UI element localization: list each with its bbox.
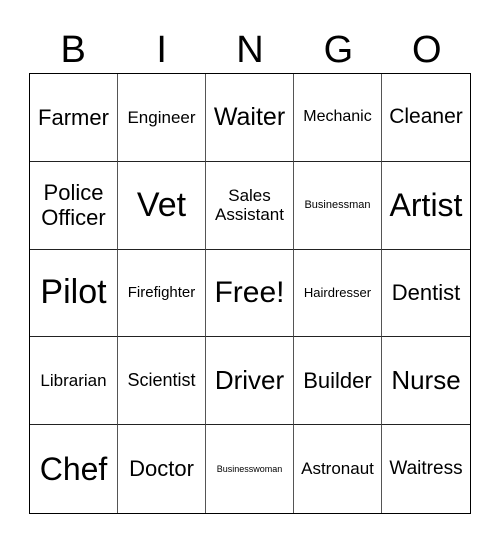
bingo-cell[interactable]: Businessman [294,161,382,250]
bingo-cell[interactable]: Librarian [30,337,118,426]
bingo-cell[interactable]: Scientist [118,337,206,426]
bingo-cell[interactable]: Businesswoman [206,425,294,513]
cell-label: Scientist [127,370,196,391]
header-letter-n: N [236,29,264,71]
bingo-cell[interactable]: Nurse [382,337,470,426]
cell-label: Free! [214,275,285,309]
cell-label: Hairdresser [303,284,372,300]
bingo-cell[interactable]: Farmer [30,74,118,162]
cell-label: Sales Assistant [215,185,284,225]
header-letter-g: G [323,29,354,71]
bingo-cell[interactable]: Dentist [382,250,470,338]
bingo-cell[interactable]: Engineer [118,74,206,162]
cell-label: Pilot [40,273,107,312]
cell-label: Police Officer [41,179,106,231]
cell-label: Engineer [127,107,196,127]
cell-label: Businessman [304,198,371,211]
bingo-cell[interactable]: Astronaut [294,425,382,513]
bingo-cell[interactable]: Chef [30,425,118,513]
cell-label: Nurse [391,364,461,395]
bingo-cell[interactable]: Vet [118,161,206,250]
cell-label: Chef [39,450,108,487]
cell-label: Waitress [389,458,463,480]
bingo-cell[interactable]: Doctor [118,425,206,513]
header-letter-i: I [156,29,167,71]
bingo-cell[interactable]: Pilot [30,249,118,338]
bingo-cell[interactable]: Waiter [206,74,294,162]
cell-label: Driver [214,364,285,395]
bingo-cell[interactable]: Mechanic [294,74,382,162]
header-letter-b: B [60,29,86,71]
cell-label: Vet [136,185,187,224]
cell-label: Builder [303,368,372,394]
cell-label: Mechanic [303,108,372,126]
cell-label: Cleaner [389,105,463,129]
cell-label: Businesswoman [216,463,283,474]
cell-label: Firefighter [127,284,196,302]
free-space-cell[interactable]: Free! [206,249,294,338]
cell-label: Dentist [391,280,461,306]
bingo-cell[interactable]: Waitress [382,425,470,513]
bingo-cell[interactable]: Builder [294,337,382,426]
bingo-cell[interactable]: Cleaner [382,74,470,162]
cell-label: Librarian [40,371,107,391]
bingo-cell[interactable]: Firefighter [118,249,206,338]
cell-label: Farmer [38,104,109,130]
bingo-cell[interactable]: Artist [382,162,470,250]
bingo-cell[interactable]: Sales Assistant [206,161,294,250]
bingo-cell[interactable]: Driver [206,337,294,426]
cell-label: Astronaut [301,459,374,479]
bingo-grid: Farmer Engineer Waiter Mechanic Cleaner Polic… [29,73,471,514]
bingo-header: B I N G O [29,28,471,72]
bingo-cell[interactable]: Hairdresser [294,249,382,338]
cell-label: Waiter [213,103,286,132]
cell-label: Artist [389,186,463,223]
bingo-cell[interactable]: Police Officer [30,161,118,250]
cell-label: Doctor [129,456,194,482]
header-letter-o: O [412,29,442,71]
